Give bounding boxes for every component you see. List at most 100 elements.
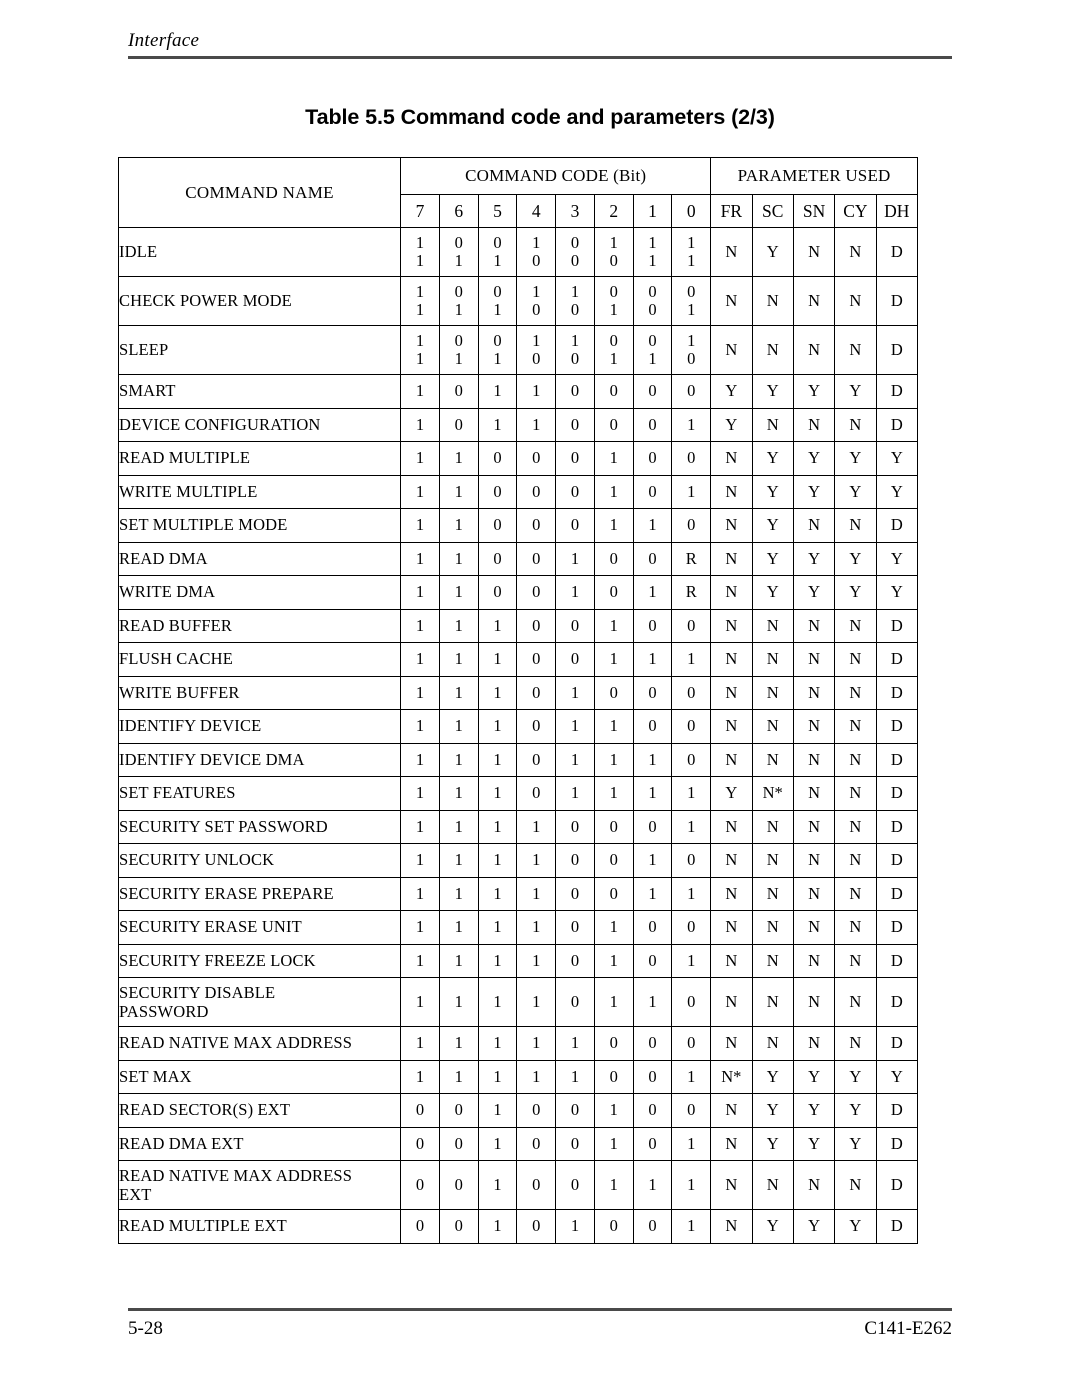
row-bit-cell: 1 [477, 876, 518, 911]
row-param-cell: Y [834, 1093, 877, 1128]
row-bit-cell: 1 [671, 876, 712, 911]
row-param-cell: N [792, 227, 836, 277]
row-param-cell: D [875, 876, 919, 911]
row-bit-cell: 1 [632, 642, 673, 677]
row-param-cell: D [875, 843, 919, 878]
row-bit-cell: 01 [438, 325, 479, 375]
row-bit-cell: 1 [438, 508, 479, 543]
row-bit-cell: 0 [438, 1126, 479, 1161]
bit-value-line1: 1 [415, 331, 425, 351]
row-bit-cell: 1 [477, 709, 518, 744]
row-param-cell: N [792, 809, 836, 844]
bit-value-line2: 1 [609, 349, 618, 368]
row-bit-cell: 1 [671, 1209, 712, 1244]
row-bit-cell: 1 [516, 809, 557, 844]
row-bit-cell: 1 [555, 709, 595, 744]
row-param-cell: Y [875, 575, 919, 610]
row-bit-cell: 1 [671, 474, 712, 509]
bit-value-line2: 1 [415, 251, 425, 270]
row-bit-cell: 1 [438, 675, 479, 710]
row-param-cell: N [710, 608, 753, 643]
row-bit-cell: 1 [516, 910, 557, 945]
row-bit-cell: 1 [477, 809, 518, 844]
row-bit-cell: 1 [477, 1059, 518, 1094]
row-bit-cell: 0 [671, 742, 712, 777]
header-param-cy: CY [834, 194, 877, 228]
row-bit-cell: 0 [516, 541, 557, 576]
header-command-code-group: COMMAND CODE (Bit) [400, 157, 712, 195]
row-bit-cell: 0 [632, 910, 673, 945]
page-footer: 5-28 C141-E262 [128, 1308, 952, 1340]
row-bit-cell: 1 [400, 809, 440, 844]
row-param-cell: N [792, 910, 836, 945]
row-bit-cell: 1 [593, 1160, 634, 1210]
row-param-cell: Y [751, 508, 794, 543]
row-param-cell: N [834, 1026, 877, 1061]
bit-value-line1: 0 [609, 331, 618, 351]
row-command-name: SECURITY DISABLE PASSWORD [117, 977, 402, 1027]
row-bit-cell: 0 [632, 1026, 673, 1061]
row-command-name: READ MULTIPLE [117, 441, 402, 476]
row-bit-cell: 1 [671, 407, 712, 442]
row-param-cell: N [710, 809, 753, 844]
row-param-cell: D [875, 1093, 919, 1128]
row-bit-cell: 01 [477, 227, 518, 277]
row-bit-cell: 00 [632, 276, 673, 326]
row-param-cell: N [834, 642, 877, 677]
row-param-cell: N [834, 276, 877, 326]
row-param-cell: Y [834, 441, 877, 476]
row-bit-cell: 1 [671, 1126, 712, 1161]
table-row: SECURITY ERASE PREPARE 1 1 1 1 0 0 1 1 N N N N D [117, 876, 919, 911]
row-bit-cell: 0 [555, 1160, 595, 1210]
row-bit-cell: 1 [477, 843, 518, 878]
row-command-name: READ SECTOR(S) EXT [117, 1093, 402, 1128]
row-param-cell: D [875, 1160, 919, 1210]
row-param-cell: Y [792, 441, 836, 476]
row-param-cell: D [875, 374, 919, 409]
row-param-cell: N [751, 843, 794, 878]
row-param-cell: N [751, 675, 794, 710]
row-bit-cell: 0 [632, 709, 673, 744]
row-param-cell: D [875, 407, 919, 442]
row-bit-cell: 1 [400, 407, 440, 442]
row-bit-cell: 1 [400, 742, 440, 777]
header-bit-2: 2 [593, 194, 634, 228]
row-bit-cell: 01 [671, 276, 712, 326]
row-bit-cell: 0 [632, 1209, 673, 1244]
row-bit-cell: 1 [438, 876, 479, 911]
row-bit-cell: 1 [400, 1059, 440, 1094]
row-bit-cell: 0 [593, 1209, 634, 1244]
row-param-cell: D [875, 227, 919, 277]
row-bit-cell: 1 [477, 675, 518, 710]
row-bit-cell: 0 [555, 943, 595, 978]
row-bit-cell: 1 [400, 474, 440, 509]
row-bit-cell: 1 [438, 1059, 479, 1094]
row-param-cell: Y [792, 541, 836, 576]
row-bit-cell: 1 [400, 1026, 440, 1061]
row-param-cell: N [710, 325, 753, 375]
row-param-cell: N [792, 276, 836, 326]
bit-value-line2: 0 [570, 300, 580, 319]
row-bit-cell: 0 [555, 642, 595, 677]
table-row: IDENTIFY DEVICE DMA 1 1 1 0 1 1 1 0 N N N N D [117, 742, 919, 777]
row-bit-cell: 0 [555, 843, 595, 878]
row-bit-cell: 0 [632, 1126, 673, 1161]
row-bit-cell: 1 [516, 407, 557, 442]
row-bit-cell: 0 [516, 608, 557, 643]
row-bit-cell: 1 [555, 541, 595, 576]
row-param-cell: N [751, 943, 794, 978]
row-bit-cell: 1 [632, 508, 673, 543]
row-bit-cell: 1 [477, 943, 518, 978]
row-bit-cell: R [671, 541, 712, 576]
row-param-cell: N [751, 407, 794, 442]
row-bit-cell: 1 [671, 1160, 712, 1210]
row-param-cell: Y [875, 541, 919, 576]
row-param-cell: N [834, 977, 877, 1027]
row-bit-cell: 1 [516, 1026, 557, 1061]
row-param-cell: Y [834, 1209, 877, 1244]
header-param-dh: DH [875, 194, 919, 228]
row-param-cell: Y [792, 1093, 836, 1128]
row-param-cell: N [792, 742, 836, 777]
row-param-cell: D [875, 943, 919, 978]
row-param-cell: Y [875, 474, 919, 509]
